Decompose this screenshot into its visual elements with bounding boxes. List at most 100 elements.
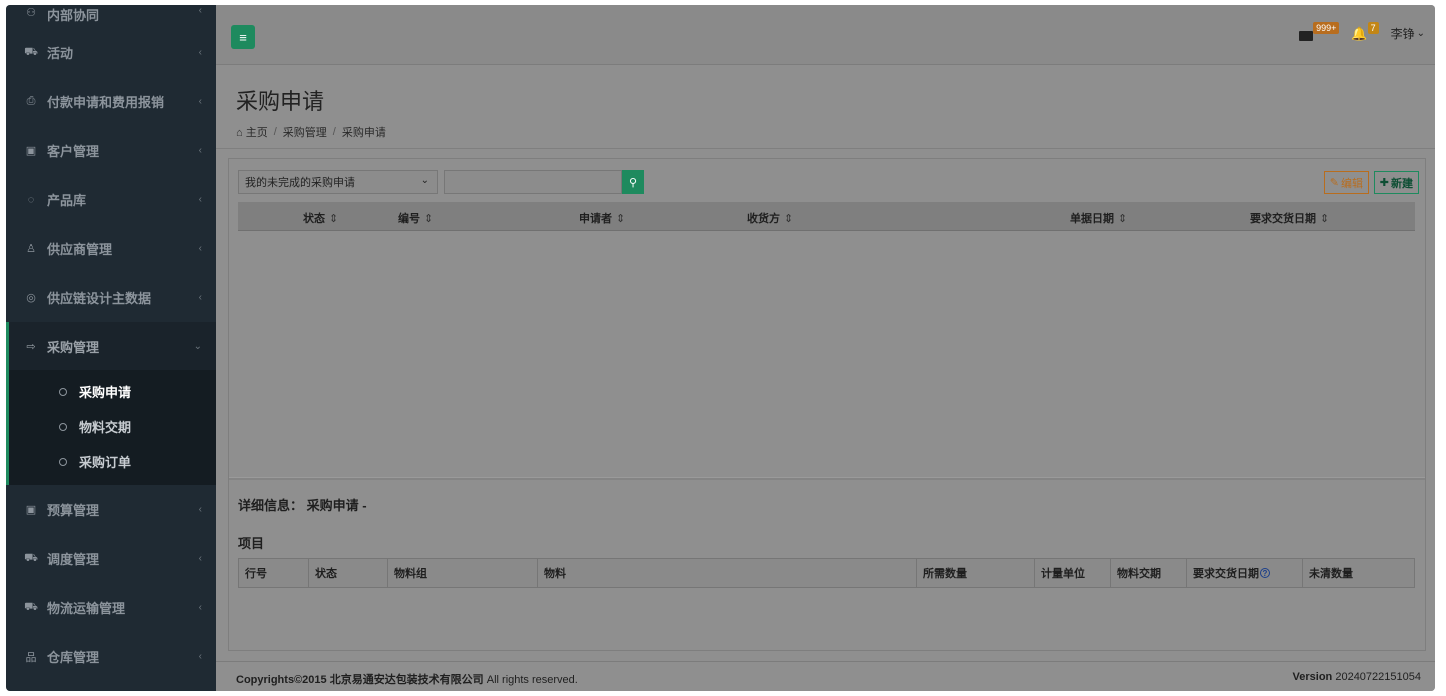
sidebar: ⚇ 内部协同 ‹ ⛟ 活动 ‹ ⎙ 付款申请和费用报销 ‹ ▣ 客户管理 ‹ ◌… — [6, 5, 216, 691]
breadcrumb-purchase-management[interactable]: 采购管理 — [283, 124, 327, 140]
items-column-uom: 计量单位 — [1035, 559, 1111, 587]
sidebar-item-supply-chain[interactable]: ◎ 供应链设计主数据 ‹ — [6, 273, 216, 322]
column-header-delivery-date[interactable]: 要求交货日期 ⇕ — [1250, 210, 1329, 226]
items-title: 项目 — [238, 536, 265, 551]
column-header-requester[interactable]: 申请者 ⇕ — [579, 210, 625, 226]
mail-count-badge: 999+ — [1313, 21, 1340, 34]
sidebar-item-internal[interactable]: ⚇ 内部协同 ‹ — [6, 5, 216, 28]
chevron-left-icon: ‹ — [198, 96, 202, 107]
chevron-down-icon: ⌄ — [193, 340, 202, 352]
circle-icon — [59, 387, 67, 396]
column-header-number[interactable]: 编号 ⇕ — [398, 210, 433, 226]
notification-count-badge: 7 — [1367, 21, 1379, 34]
budget-icon: ▣ — [25, 504, 37, 516]
messages-button[interactable]: 999+ — [1299, 21, 1340, 41]
sidebar-item-warehouse[interactable]: 品 仓库管理 ‹ — [6, 632, 216, 681]
purchase-submenu: 采购申请 物料交期 采购订单 — [6, 370, 216, 485]
menu-toggle-button[interactable]: ≡ — [231, 25, 255, 49]
chevron-left-icon: ‹ — [198, 651, 202, 662]
sidebar-item-label: 活动 — [47, 46, 74, 61]
customer-icon: ▣ — [25, 145, 37, 157]
chevron-down-icon: ⌄ — [1416, 28, 1425, 39]
chevron-left-icon: ‹ — [198, 47, 202, 58]
supply-chain-icon: ◎ — [26, 292, 36, 304]
splitter[interactable] — [229, 477, 1425, 480]
sidebar-item-label: 付款申请和费用报销 — [47, 95, 165, 110]
sidebar-item-label: 仓库管理 — [47, 650, 100, 665]
column-header-receiver[interactable]: 收货方 ⇕ — [747, 210, 793, 226]
sidebar-item-budget[interactable]: ▣ 预算管理 ‹ — [6, 485, 216, 534]
chevron-left-icon: ‹ — [198, 5, 202, 16]
plus-icon: ✚ — [1379, 177, 1389, 189]
items-column-line: 行号 — [239, 559, 309, 587]
sidebar-item-supplier[interactable]: ♙ 供应商管理 ‹ — [6, 224, 216, 273]
page-header: 采购申请 ⌂ 主页 / 采购管理 / 采购申请 — [216, 66, 1435, 149]
sort-icon: ⇕ — [616, 213, 626, 225]
submenu-item-purchase-order[interactable]: 采购订单 — [9, 444, 216, 479]
top-navbar: ≡ 999+ 🔔 7 李铮 ⌄ — [216, 5, 1435, 65]
items-column-required-qty: 所需数量 — [917, 559, 1035, 587]
new-button[interactable]: ✚ 新建 — [1373, 171, 1419, 194]
help-icon[interactable]: ? — [1260, 568, 1270, 578]
items-column-material-group: 物料组 — [388, 559, 538, 587]
search-button[interactable]: ⚲ — [622, 170, 644, 194]
sidebar-item-product[interactable]: ◌ 产品库 ‹ — [6, 175, 216, 224]
chevron-left-icon: ‹ — [198, 194, 202, 205]
sidebar-item-label: 预算管理 — [47, 503, 100, 518]
sidebar-item-dispatch[interactable]: ⛟ 调度管理 ‹ — [6, 534, 216, 583]
version: Version 20240722151054 — [1292, 671, 1421, 683]
items-column-status: 状态 — [309, 559, 388, 587]
sidebar-item-label: 供应链设计主数据 — [47, 291, 152, 306]
column-header-doc-date[interactable]: 单据日期 ⇕ — [1070, 210, 1127, 226]
sort-icon: ⇕ — [1118, 213, 1128, 225]
sidebar-item-label: 产品库 — [47, 193, 87, 208]
sort-icon: ⇕ — [1320, 213, 1330, 225]
edit-button-label: 编辑 — [1341, 177, 1363, 190]
sidebar-item-activity[interactable]: ⛟ 活动 ‹ — [6, 28, 216, 77]
sidebar-item-purchase[interactable]: ⇨ 采购管理 ⌄ — [6, 322, 216, 370]
items-column-open-qty: 未清数量 — [1309, 568, 1353, 580]
sort-icon: ⇕ — [424, 213, 434, 225]
sidebar-item-label: 采购管理 — [47, 339, 100, 355]
submenu-item-label: 采购申请 — [79, 385, 132, 400]
grid-header: 状态 ⇕ 编号 ⇕ 申请者 ⇕ 收货方 ⇕ 单据日期 ⇕ 要求交货日期 ⇕ — [238, 202, 1415, 231]
submenu-item-label: 采购订单 — [79, 455, 132, 470]
logistics-icon: ⛟ — [24, 600, 38, 613]
column-header-status[interactable]: 状态 ⇕ — [303, 210, 338, 226]
filter-select[interactable]: 我的未完成的采购申请 ⌄ — [238, 170, 438, 194]
mail-icon — [1299, 30, 1314, 41]
sidebar-item-label: 物流运输管理 — [47, 601, 126, 616]
copyright: Copyrights©2015 北京易通安达包装技术有限公司 All right… — [236, 674, 578, 686]
breadcrumb-separator: / — [332, 126, 336, 138]
dispatch-icon: ⛟ — [24, 551, 38, 564]
edit-button[interactable]: ✎ 编辑 — [1323, 171, 1369, 194]
chevron-left-icon: ‹ — [198, 553, 202, 564]
detail-title: 详细信息： 采购申请 - — [238, 498, 367, 513]
chevron-left-icon: ‹ — [198, 292, 202, 303]
warehouse-icon: 品 — [25, 651, 37, 664]
chevron-left-icon: ‹ — [198, 145, 202, 156]
activity-icon: ⛟ — [24, 45, 38, 58]
chevron-left-icon: ‹ — [198, 504, 202, 515]
items-grid-header: 行号 状态 物料组 物料 所需数量 计量单位 物料交期 要求交货日期? 未清数量 — [238, 558, 1415, 588]
submenu-item-purchase-request[interactable]: 采购申请 — [9, 374, 216, 409]
submenu-item-material-leadtime[interactable]: 物料交期 — [9, 409, 216, 444]
sidebar-item-logistics[interactable]: ⛟ 物流运输管理 ‹ — [6, 583, 216, 632]
sidebar-item-payment[interactable]: ⎙ 付款申请和费用报销 ‹ — [6, 77, 216, 126]
supplier-icon: ♙ — [26, 243, 36, 255]
notifications-button[interactable]: 🔔 7 — [1351, 21, 1379, 42]
user-menu[interactable]: 李铮 ⌄ — [1391, 25, 1425, 42]
search-input[interactable] — [444, 170, 622, 194]
chevron-left-icon: ‹ — [198, 602, 202, 613]
search-icon: ⚲ — [628, 176, 638, 189]
product-icon: ◌ — [27, 193, 35, 206]
main-panel: 我的未完成的采购申请 ⌄ ⚲ ✎ 编辑 ✚ 新建 状态 ⇕ 编号 ⇕ 申请者 ⇕ 收货… — [228, 158, 1426, 651]
sidebar-item-label: 内部协同 — [47, 8, 100, 23]
items-column-material: 物料 — [538, 559, 917, 587]
breadcrumb-home[interactable]: ⌂ 主页 — [236, 124, 268, 140]
submenu-item-label: 物料交期 — [79, 420, 132, 435]
users-icon: ⚇ — [26, 6, 36, 19]
sidebar-item-customer[interactable]: ▣ 客户管理 ‹ — [6, 126, 216, 175]
items-column-leadtime: 物料交期 — [1111, 559, 1187, 587]
circle-icon — [59, 422, 67, 431]
